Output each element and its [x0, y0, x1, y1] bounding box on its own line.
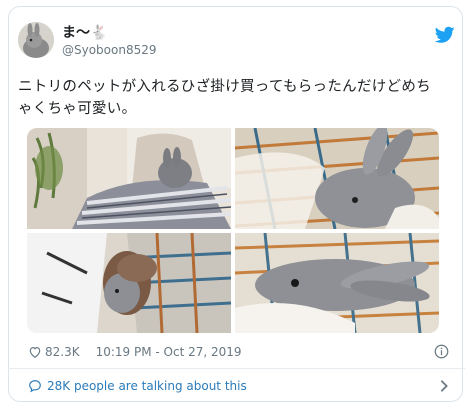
twitter-bird-icon[interactable] [435, 26, 455, 44]
tweet-meta: 82.3K 10:19 PM - Oct 27, 2019 [28, 342, 455, 362]
conversation-link[interactable]: 28K people are talking about this [28, 377, 455, 395]
like-count[interactable]: 82.3K [45, 345, 80, 359]
chevron-right-icon[interactable] [439, 379, 449, 393]
speech-bubble-icon [29, 380, 41, 393]
avatar[interactable] [18, 22, 54, 58]
photo-3[interactable] [27, 233, 231, 333]
media-grid[interactable] [27, 128, 439, 333]
heart-icon[interactable] [28, 345, 42, 359]
talking-count-link[interactable]: 28K people are talking about this [47, 379, 247, 393]
user-handle[interactable]: @Syoboon8529 [62, 42, 157, 58]
photo-2[interactable] [235, 128, 439, 229]
tweet-text: ニトリのペットが入れるひざ掛け買ってもらったんだけどめちゃくちゃ可愛い。 [18, 79, 431, 117]
author-info[interactable]: ま〜🐇 @Syoboon8529 [62, 25, 157, 58]
tweet-header: ま〜🐇 @Syoboon8529 [18, 22, 455, 66]
divider [8, 368, 465, 369]
photo-1[interactable] [27, 128, 231, 229]
display-name[interactable]: ま〜🐇 [62, 25, 157, 42]
info-icon[interactable] [434, 344, 449, 359]
photo-4[interactable] [235, 233, 439, 333]
timestamp[interactable]: 10:19 PM - Oct 27, 2019 [96, 345, 242, 359]
